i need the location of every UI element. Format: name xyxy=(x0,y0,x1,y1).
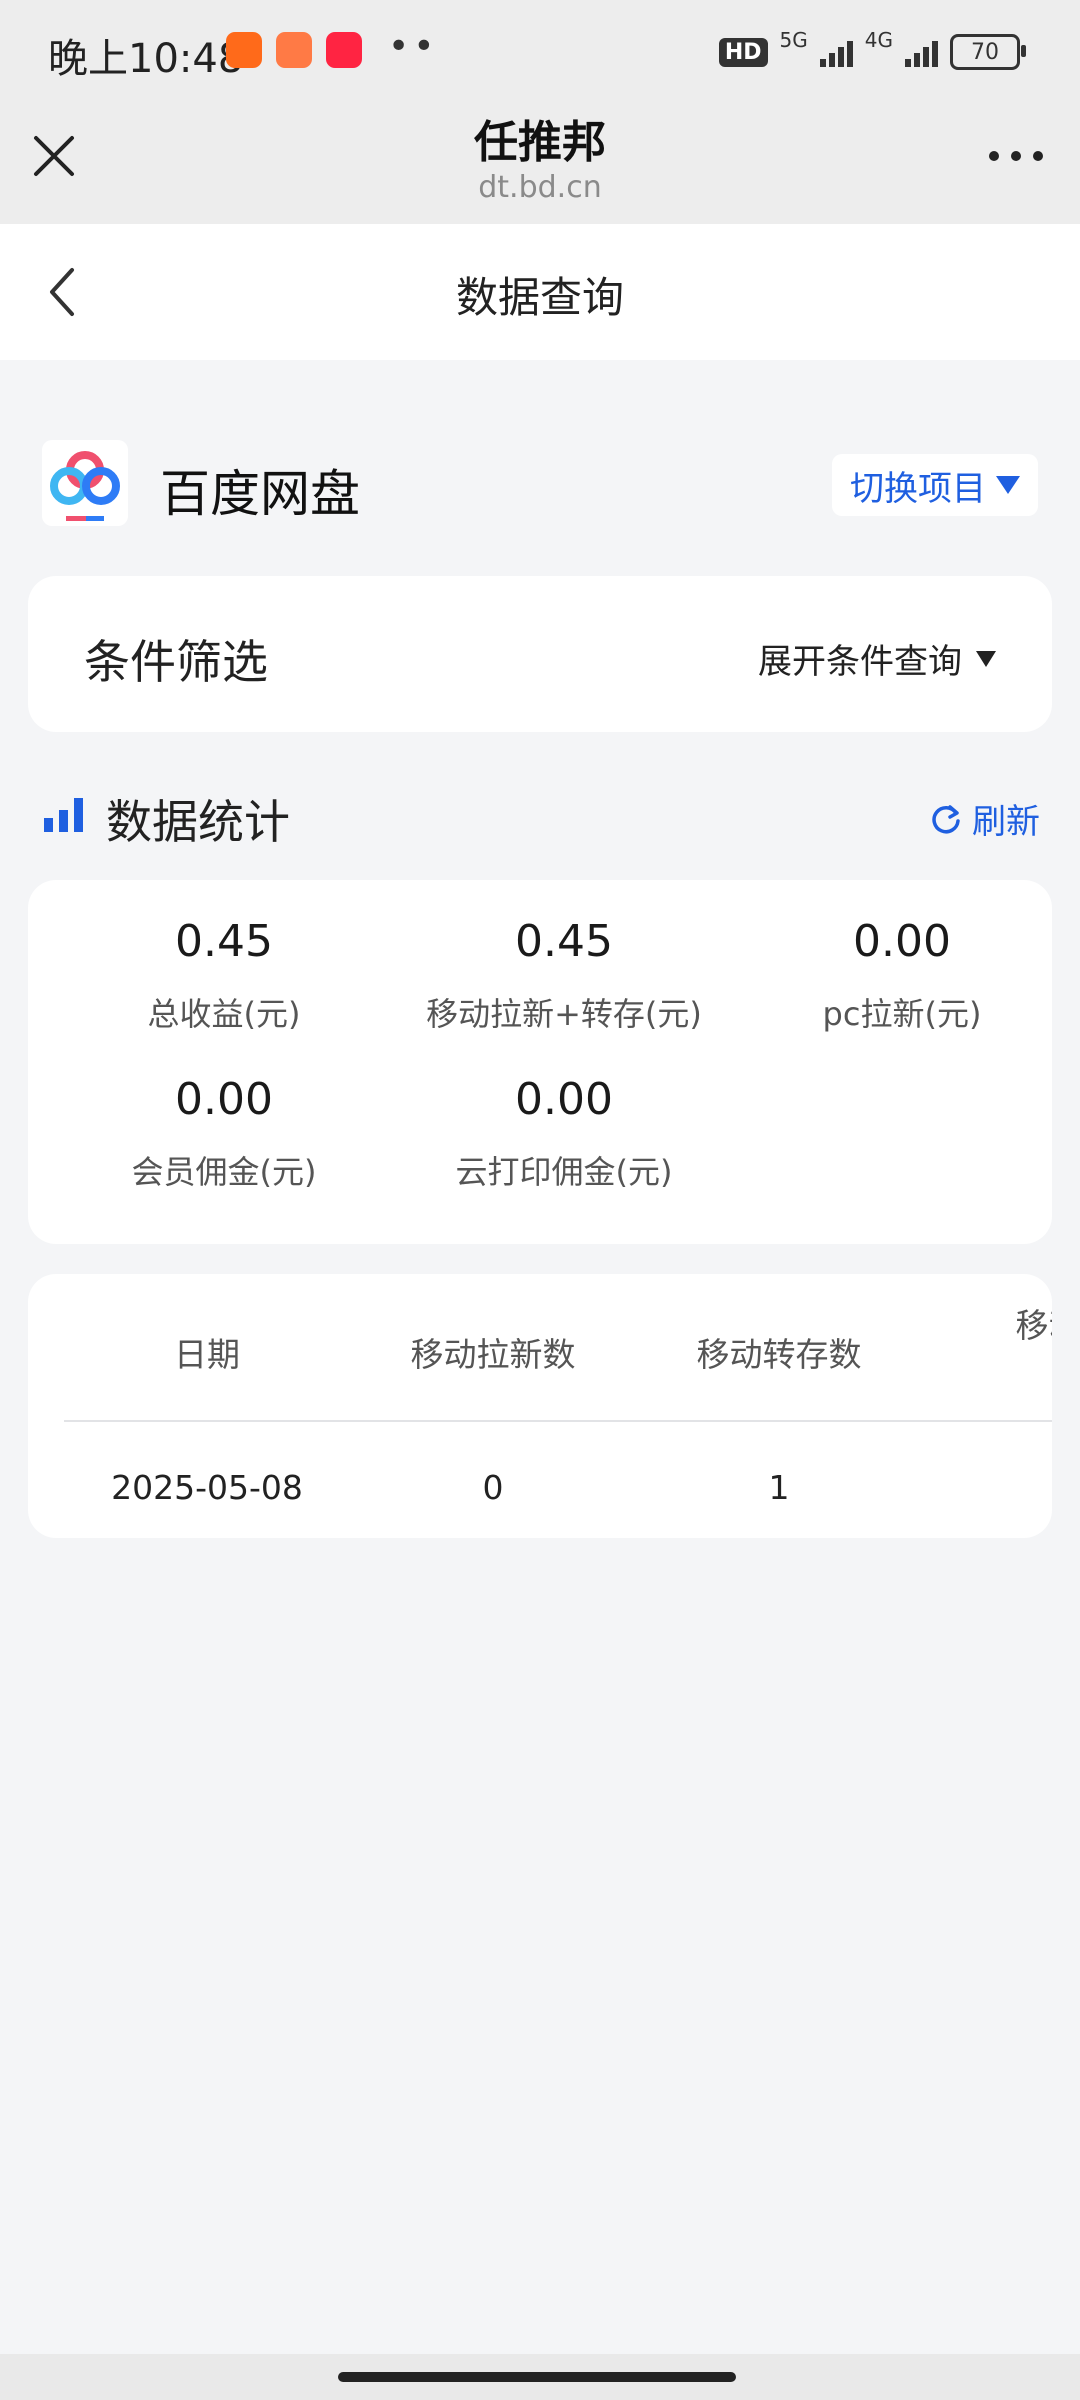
table-divider xyxy=(64,1420,1052,1422)
stat-pc-new: 0.00 pc拉新(元) xyxy=(732,916,1072,1035)
xiaohongshu-app-icon xyxy=(326,32,362,68)
project-name: 百度网盘 xyxy=(160,465,360,523)
signal-4g-icon xyxy=(905,37,938,67)
stats-card: 0.45 总收益(元) 0.45 移动拉新+转存(元) 0.00 pc拉新(元)… xyxy=(28,880,1052,1244)
triangle-down-icon xyxy=(996,476,1020,494)
switch-project-label: 切换项目 xyxy=(850,468,986,509)
stat-label: 云打印佣金(元) xyxy=(455,1153,673,1191)
orange-app-icon xyxy=(276,32,312,68)
stat-value: 0.45 xyxy=(175,916,273,967)
filter-card: 条件筛选 展开条件查询 xyxy=(28,576,1052,732)
stat-value: 0.00 xyxy=(175,1074,273,1125)
taobao-app-icon xyxy=(226,32,262,68)
stat-label: 总收益(元) xyxy=(147,995,301,1033)
bar-chart-icon xyxy=(44,798,83,832)
page-title: 数据查询 xyxy=(455,273,624,322)
stat-label: 会员佣金(元) xyxy=(131,1153,317,1191)
gesture-handle[interactable] xyxy=(338,2372,736,2382)
table-header-mobile-partial-line2: ( xyxy=(922,1352,1052,1404)
expand-filter-button[interactable]: 展开条件查询 xyxy=(758,634,996,683)
filter-title: 条件筛选 xyxy=(84,635,268,689)
status-right-group: HD 5G 4G 70 xyxy=(718,28,1026,74)
more-options-icon[interactable] xyxy=(988,150,1044,162)
browser-title: 任推邦 xyxy=(474,117,606,168)
stats-title: 数据统计 xyxy=(106,795,290,849)
project-row: 百度网盘 切换项目 xyxy=(42,440,1038,534)
refresh-label: 刷新 xyxy=(972,802,1040,842)
stat-label: pc拉新(元) xyxy=(822,995,982,1033)
stat-value: 0.00 xyxy=(515,1074,613,1125)
stat-cloud-print-commission: 0.00 云打印佣金(元) xyxy=(394,1074,734,1193)
page-header: 数据查询 xyxy=(0,224,1080,360)
status-bar: 晚上10:48 •• HD 5G 4G 70 xyxy=(0,0,1080,100)
stat-total-income: 0.45 总收益(元) xyxy=(54,916,394,1035)
expand-filter-label: 展开条件查询 xyxy=(758,642,962,682)
browser-title-bar: 任推邦 dt.bd.cn xyxy=(0,100,1080,224)
table-cell-date: 2025-05-08 xyxy=(111,1468,303,1507)
battery-icon: 70 xyxy=(950,34,1026,70)
stat-member-commission: 0.00 会员佣金(元) xyxy=(54,1074,394,1193)
stats-header: 数据统计 刷新 xyxy=(44,786,1040,849)
table-header-date: 日期 xyxy=(174,1335,240,1374)
gesture-nav-bar xyxy=(0,2354,1080,2400)
table-header-mobile-new: 移动拉新数 xyxy=(410,1335,576,1374)
network-5g-label: 5G xyxy=(779,28,808,52)
table-header-mobile-partial: 移动拉 ( xyxy=(922,1300,1053,1404)
browser-url: dt.bd.cn xyxy=(478,170,602,205)
network-4g-label: 4G xyxy=(864,28,893,52)
baidu-netdisk-logo xyxy=(42,440,128,526)
stat-mobile-new-transfer: 0.45 移动拉新+转存(元) xyxy=(394,916,734,1035)
notification-more-dots: •• xyxy=(388,26,439,67)
stat-label: 移动拉新+转存(元) xyxy=(426,995,702,1033)
table-cell-mobile-transfer: 1 xyxy=(768,1468,790,1507)
data-table[interactable]: 日期 移动拉新数 移动转存数 移动拉 ( 2025-05-08 0 1 0 xyxy=(28,1274,1052,1538)
table-row: 2025-05-08 0 1 0 xyxy=(64,1432,1052,1532)
refresh-button[interactable]: 刷新 xyxy=(930,794,1040,843)
hd-badge: HD xyxy=(718,37,768,67)
stat-value: 0.45 xyxy=(515,916,613,967)
signal-5g-icon xyxy=(819,37,853,67)
table-header-mobile-transfer: 移动转存数 xyxy=(696,1335,862,1374)
switch-project-button[interactable]: 切换项目 xyxy=(832,454,1038,516)
table-header-mobile-partial-line1: 移动拉 xyxy=(1015,1306,1053,1345)
table-cell-mobile-partial: 0 xyxy=(922,1468,1052,1507)
triangle-down-icon xyxy=(976,650,996,667)
table-cell-mobile-new: 0 xyxy=(482,1468,504,1507)
table-header-row: 日期 移动拉新数 移动转存数 移动拉 ( xyxy=(64,1288,1052,1388)
stat-value: 0.00 xyxy=(853,916,951,967)
refresh-icon xyxy=(932,804,960,833)
status-time: 晚上10:48 xyxy=(48,36,244,82)
